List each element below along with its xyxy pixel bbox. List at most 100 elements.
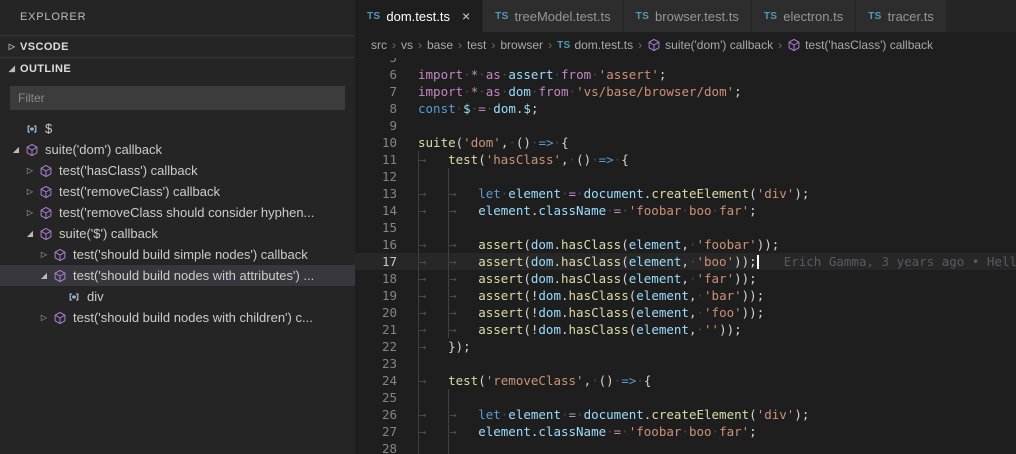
outline-item[interactable]: ◢ suite('dom') callback (0, 139, 355, 160)
line-number[interactable]: 16 (355, 236, 397, 253)
code-line-content[interactable]: → → assert(dom.hasClass(element,·'foobar')… (397, 236, 779, 253)
outline-item[interactable]: ▷ test('should build nodes with children'… (0, 307, 355, 328)
twisty-icon[interactable]: ◢ (8, 145, 24, 154)
code-line-content[interactable]: → test('removeClass',·()·=>·{ (397, 372, 651, 389)
line-number[interactable]: 17 (355, 253, 397, 270)
code-line-content[interactable]: → test('hasClass',·()·=>·{ (397, 151, 629, 168)
code-line-content[interactable]: → → let·element·=·document.createElement('… (397, 406, 809, 423)
editor-tab[interactable]: TS electron.ts (751, 0, 857, 32)
code-line-content[interactable]: → → assert(!dom.hasClass(element,·'foo')); (397, 304, 764, 321)
editor-tab[interactable]: TS browser.test.ts (623, 0, 752, 32)
outline-item[interactable]: ▷ test('removeClass should consider hyphe… (0, 202, 355, 223)
outline-item[interactable]: ▷ test('removeClass') callback (0, 181, 355, 202)
outline-item[interactable]: div (0, 286, 355, 307)
outline-item[interactable]: $ (0, 118, 355, 139)
editor-tab[interactable]: TS dom.test.ts × (355, 0, 484, 32)
sidebar-section-header-vscode[interactable]: ▷ VSCODE (0, 35, 355, 57)
line-number[interactable]: 24 (355, 372, 397, 389)
code-line-content[interactable]: → → assert(dom.hasClass(element,·'boo')); E… (397, 253, 1016, 270)
code-editor[interactable]: 56import·*·as·assert·from·'assert';7impo… (355, 58, 1016, 454)
twisty-icon[interactable]: ▷ (22, 187, 38, 196)
ts-file-icon: TS (868, 10, 882, 22)
editor-tab[interactable]: TS treeModel.test.ts (483, 0, 624, 32)
code-token: test (448, 152, 479, 167)
code-line-content[interactable]: → → assert(!dom.hasClass(element,·'')); (397, 321, 742, 338)
breadcrumb-item[interactable]: TS dom.test.ts (557, 38, 633, 52)
breadcrumb-item[interactable]: base (427, 38, 453, 52)
line-number[interactable]: 23 (355, 355, 397, 372)
twisty-icon[interactable]: ◢ (22, 229, 38, 238)
breadcrumb-item[interactable]: vs (401, 38, 413, 52)
line-number[interactable]: 15 (355, 219, 397, 236)
breadcrumb-item[interactable]: suite('dom') callback (647, 38, 773, 52)
line-number[interactable]: 28 (355, 440, 397, 454)
line-number[interactable]: 27 (355, 423, 397, 440)
line-number[interactable]: 9 (355, 117, 397, 134)
code-line-content[interactable] (397, 58, 418, 66)
code-token: 'bar' (704, 288, 742, 303)
line-number[interactable]: 7 (355, 83, 397, 100)
code-line-content[interactable] (397, 440, 478, 454)
text-cursor (756, 254, 759, 269)
code-line-content[interactable] (397, 219, 478, 236)
line-number[interactable]: 20 (355, 304, 397, 321)
line-number[interactable]: 19 (355, 287, 397, 304)
breadcrumb-item[interactable]: browser (500, 38, 543, 52)
code-line-content[interactable]: suite('dom',·()·=>·{ (397, 134, 569, 151)
code-line-content[interactable] (397, 355, 448, 372)
line-number[interactable]: 22 (355, 338, 397, 355)
whitespace-dot: · (553, 135, 562, 150)
code-line-content[interactable]: → → assert(!dom.hasClass(element,·'bar')); (397, 287, 764, 304)
line-number[interactable]: 14 (355, 202, 397, 219)
line-number[interactable]: 26 (355, 406, 397, 423)
editor-tab[interactable]: TS tracer.ts (856, 0, 947, 32)
twisty-icon[interactable]: ▷ (36, 250, 52, 259)
line-number[interactable]: 11 (355, 151, 397, 168)
indent-guide: → (418, 151, 448, 168)
code-token: element (636, 322, 689, 337)
line-number[interactable]: 25 (355, 389, 397, 406)
outline-item[interactable]: ◢ suite('$') callback (0, 223, 355, 244)
section-label: VSCODE (20, 40, 69, 53)
code-line-content[interactable]: →}); (397, 338, 471, 355)
code-line-content[interactable]: const·$·=·dom.$; (397, 100, 538, 117)
breadcrumb-item[interactable]: test (467, 38, 486, 52)
code-line-content[interactable]: → → let·element·=·document.createElement('… (397, 185, 809, 202)
breadcrumb-item[interactable]: test('hasClass') callback (787, 38, 933, 52)
code-token: element (628, 254, 682, 269)
code-line-content[interactable]: import·*·as·dom·from·'vs/base/browser/do… (397, 83, 742, 100)
code-token: element (508, 186, 561, 201)
code-line-content[interactable]: import·*·as·assert·from·'assert'; (397, 66, 666, 83)
line-number[interactable]: 13 (355, 185, 397, 202)
line-number[interactable]: 8 (355, 100, 397, 117)
line-number[interactable]: 18 (355, 270, 397, 287)
line-number[interactable]: 10 (355, 134, 397, 151)
code-line-content[interactable] (397, 389, 478, 406)
line-number[interactable]: 12 (355, 168, 397, 185)
indent-guide: → (448, 304, 478, 321)
line-number[interactable]: 6 (355, 66, 397, 83)
line-number[interactable]: 21 (355, 321, 397, 338)
outline-tree: $ ◢ suite('dom') callback ▷ test('hasClass')… (0, 116, 355, 454)
code-token: ( (621, 237, 629, 252)
indent-guide: → (448, 202, 478, 219)
line-number[interactable]: 5 (355, 58, 397, 66)
code-line-content[interactable]: → → element.className·=·'foobar·boo·far'; (397, 202, 757, 219)
indent-guide (418, 168, 448, 185)
twisty-icon[interactable]: ▷ (22, 208, 38, 217)
outline-item[interactable]: ▷ test('hasClass') callback (0, 160, 355, 181)
whitespace-dot: · (621, 203, 629, 218)
outline-filter-input[interactable] (10, 86, 345, 110)
breadcrumb-item[interactable]: src (371, 38, 387, 52)
outline-item[interactable]: ▷ test('should build simple nodes') callb… (0, 244, 355, 265)
sidebar-section-header-outline[interactable]: ◢ OUTLINE (0, 57, 355, 79)
twisty-icon[interactable]: ◢ (36, 271, 52, 280)
code-line-content[interactable]: → → assert(dom.hasClass(element,·'far')); (397, 270, 757, 287)
code-line-content[interactable]: → → element.className·=·'foobar·boo·far'; (397, 423, 757, 440)
close-icon[interactable]: × (462, 9, 470, 23)
outline-item[interactable]: ◢ test('should build nodes with attribute… (0, 265, 355, 286)
twisty-icon[interactable]: ▷ (36, 313, 52, 322)
code-line-content[interactable] (397, 168, 478, 185)
code-line-content[interactable] (397, 117, 418, 134)
twisty-icon[interactable]: ▷ (22, 166, 38, 175)
